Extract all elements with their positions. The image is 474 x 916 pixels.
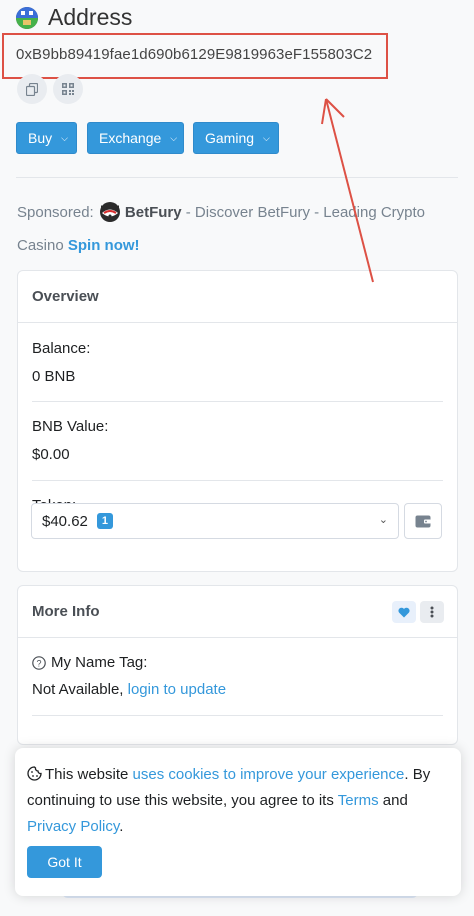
cookie-text-3: and [382, 792, 408, 809]
cookie-policy-link[interactable]: uses cookies to improve your experience [133, 766, 405, 783]
cookie-text: This website uses cookies to improve you… [27, 762, 451, 840]
cookie-text-4: . [119, 818, 124, 835]
got-it-button[interactable]: Got It [27, 846, 102, 878]
cookie-text-1: This website [45, 766, 129, 783]
terms-link[interactable]: Terms [338, 792, 379, 809]
privacy-policy-link[interactable]: Privacy Policy [27, 818, 119, 835]
cookie-banner: This website uses cookies to improve you… [15, 748, 461, 896]
cookie-icon [27, 766, 42, 781]
